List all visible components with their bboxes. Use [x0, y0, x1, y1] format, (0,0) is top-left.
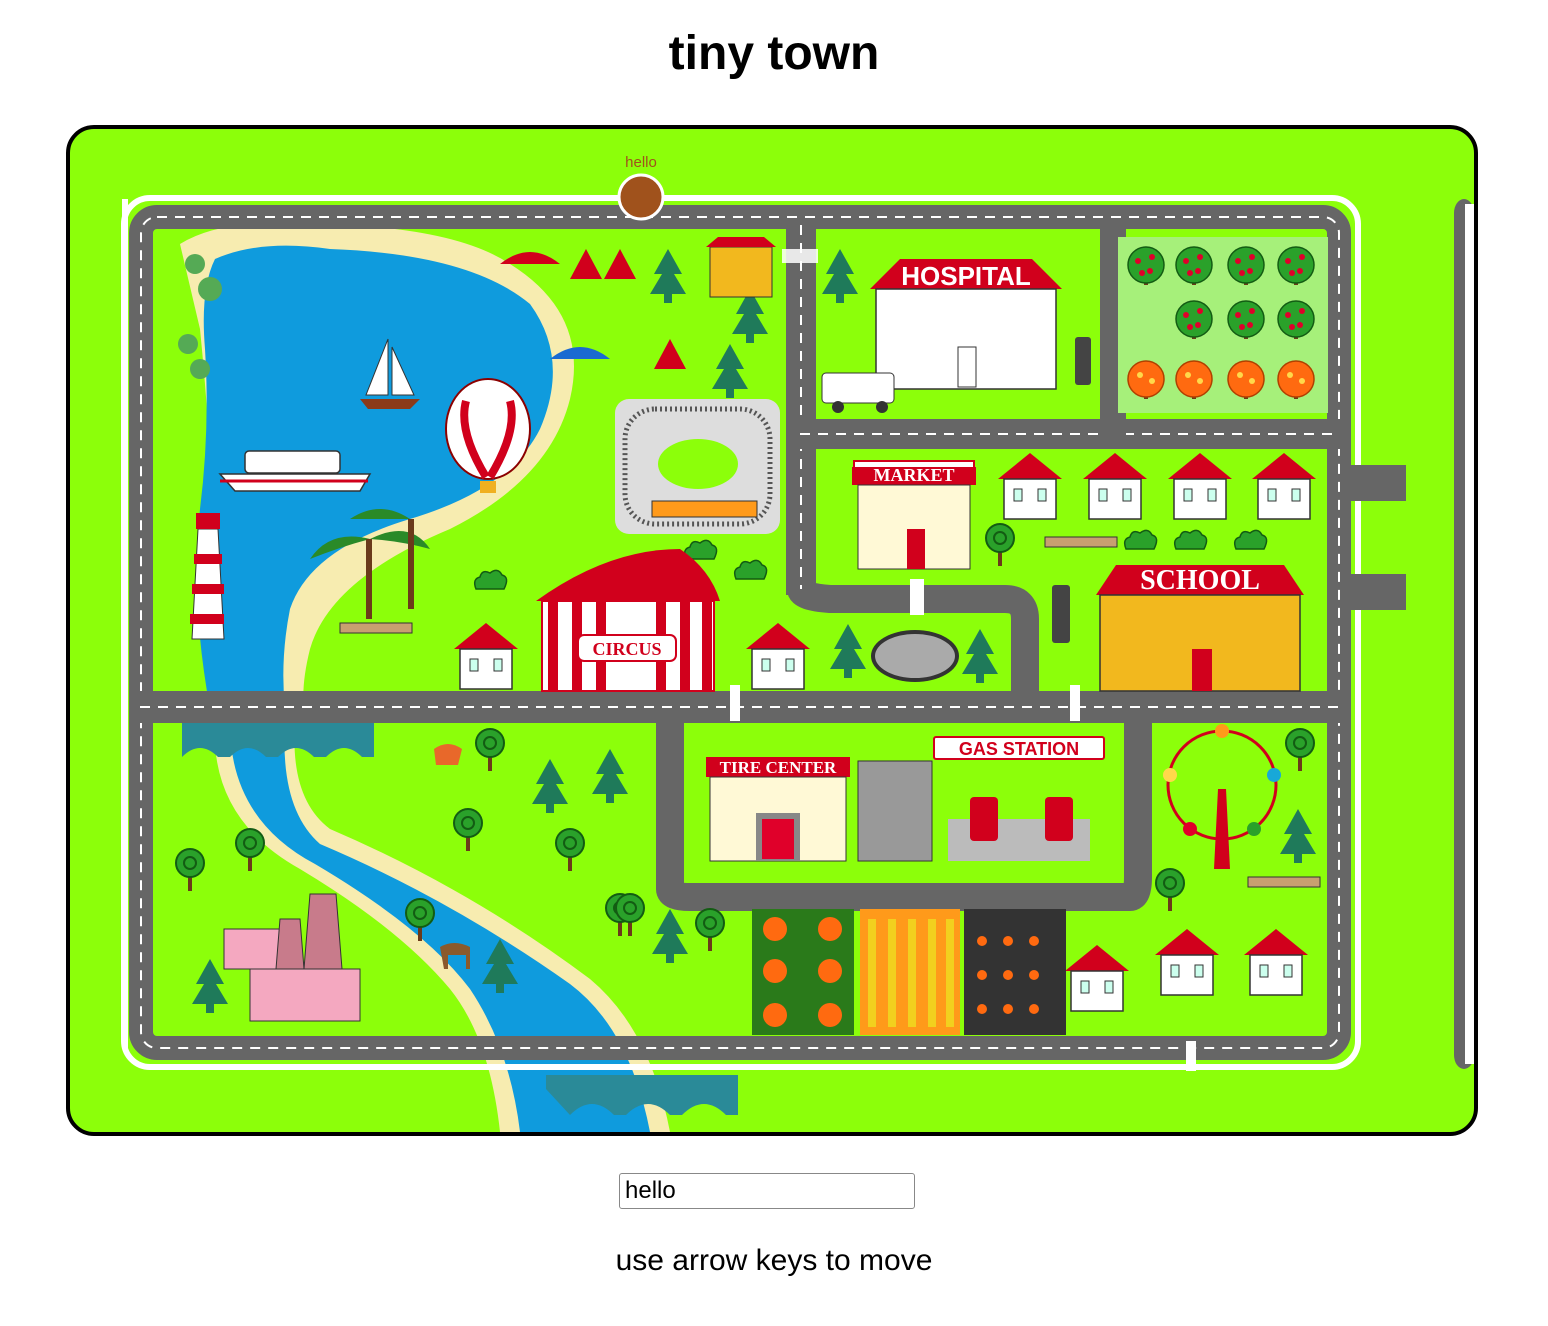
name-input[interactable] — [619, 1173, 915, 1209]
controls-hint: use arrow keys to move — [615, 1244, 933, 1277]
tire-center-sign: TIRE CENTER — [720, 758, 837, 777]
town-map[interactable]: HOSPITAL MARKET SCHOOL CIRCUS TIRE CENTE… — [66, 125, 1478, 1136]
town-map-svg: HOSPITAL MARKET SCHOOL CIRCUS TIRE CENTE… — [121, 154, 1474, 1132]
market-sign: MARKET — [874, 465, 955, 485]
hospital-sign: HOSPITAL — [901, 261, 1031, 291]
player-avatar[interactable]: hello — [617, 154, 665, 221]
page-title: tiny town — [668, 27, 880, 80]
circus-sign: CIRCUS — [592, 639, 661, 659]
school-sign: SCHOOL — [1140, 565, 1260, 596]
gas-station-sign: GAS STATION — [959, 739, 1079, 759]
player-name-label: hello — [625, 154, 657, 171]
